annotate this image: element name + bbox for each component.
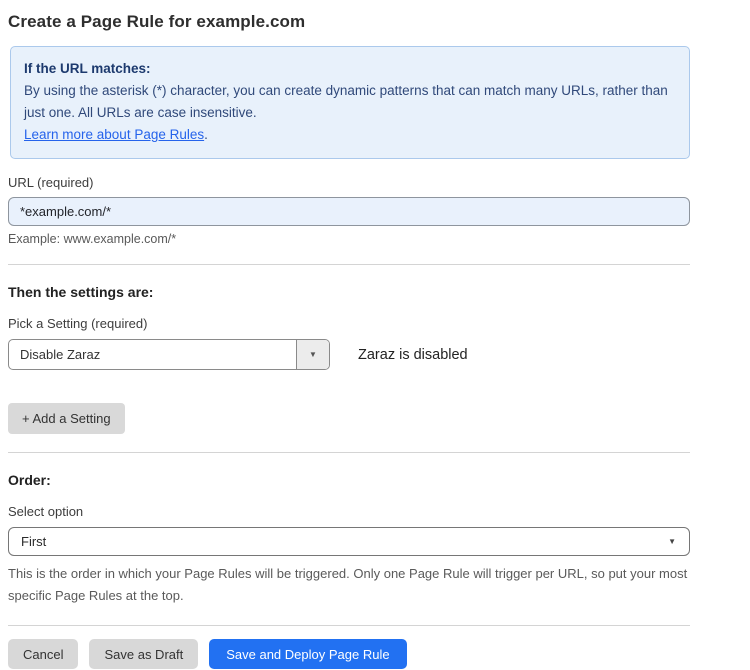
- setting-dropdown[interactable]: Disable Zaraz ▼: [8, 339, 330, 370]
- section-divider: [8, 264, 690, 265]
- page-rule-form: Create a Page Rule for example.com If th…: [0, 0, 698, 669]
- order-section-heading: Order:: [8, 472, 698, 488]
- chevron-down-icon: ▼: [668, 537, 676, 546]
- order-select-value: First: [21, 534, 46, 549]
- order-select[interactable]: First ▼: [8, 527, 690, 556]
- save-deploy-button[interactable]: Save and Deploy Page Rule: [209, 639, 406, 669]
- pick-setting-label: Pick a Setting (required): [8, 316, 698, 331]
- order-select-label: Select option: [8, 504, 698, 519]
- learn-more-link[interactable]: Learn more about Page Rules: [24, 127, 204, 142]
- info-box-body: By using the asterisk (*) character, you…: [24, 80, 675, 124]
- url-example-helper: Example: www.example.com/*: [8, 232, 698, 246]
- settings-section-heading: Then the settings are:: [8, 284, 698, 300]
- page-title: Create a Page Rule for example.com: [8, 12, 698, 32]
- setting-dropdown-value: Disable Zaraz: [9, 340, 296, 369]
- setting-row: Disable Zaraz ▼ Zaraz is disabled: [8, 339, 698, 370]
- cancel-button[interactable]: Cancel: [8, 639, 78, 669]
- setting-status-text: Zaraz is disabled: [358, 347, 468, 363]
- add-setting-button[interactable]: + Add a Setting: [8, 403, 125, 434]
- form-actions: Cancel Save as Draft Save and Deploy Pag…: [8, 639, 698, 669]
- section-divider: [8, 625, 690, 626]
- link-suffix: .: [204, 127, 208, 142]
- info-box-link-line: Learn more about Page Rules.: [24, 124, 675, 146]
- section-divider: [8, 452, 690, 453]
- save-draft-button[interactable]: Save as Draft: [89, 639, 198, 669]
- info-box-heading: If the URL matches:: [24, 58, 675, 80]
- order-helper-text: This is the order in which your Page Rul…: [8, 563, 688, 607]
- url-match-info-box: If the URL matches: By using the asteris…: [10, 46, 690, 159]
- url-input[interactable]: [8, 197, 690, 226]
- url-field-label: URL (required): [8, 175, 698, 190]
- chevron-down-icon[interactable]: ▼: [296, 340, 329, 369]
